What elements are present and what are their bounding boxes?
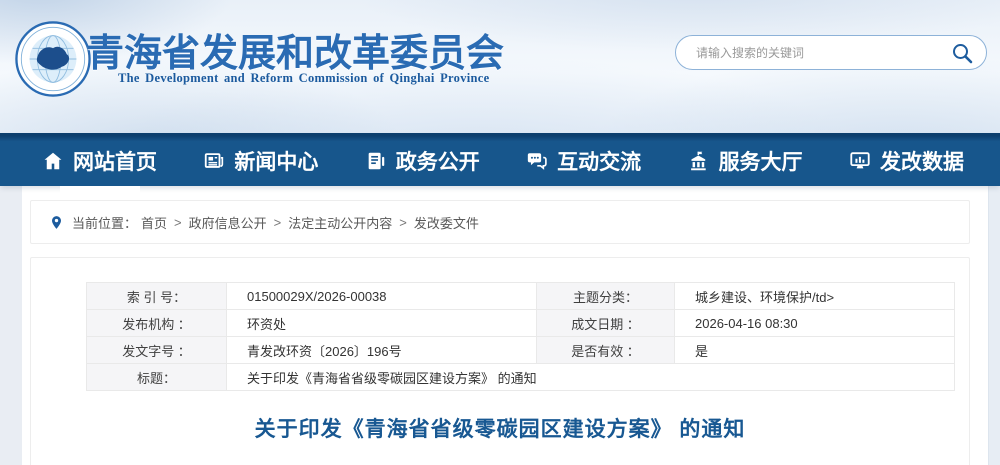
validity-value: 是 xyxy=(675,337,955,364)
service-hall-icon xyxy=(688,150,710,172)
table-row: 索 引 号： 01500029X/2026-00038 主题分类： 城乡建设、环… xyxy=(87,283,955,310)
nav-item-label: 互动交流 xyxy=(557,146,641,176)
nav-item-label: 发改数据 xyxy=(880,146,964,176)
site-title: 青海省发展和改革委员会 xyxy=(86,22,504,77)
nav-item-gov-affairs[interactable]: 政务公开 xyxy=(359,136,486,186)
nav-item-drc-data[interactable]: 发改数据 xyxy=(843,136,970,186)
main-nav: 网站首页 新闻中心 政务公开 xyxy=(0,133,1000,186)
breadcrumb-separator: > xyxy=(399,215,407,230)
breadcrumb-link-gov-info[interactable]: 政府信息公开 xyxy=(189,213,267,232)
location-pin-icon xyxy=(49,215,64,230)
document-number-value: 青发改环资〔2026〕196号 xyxy=(227,337,537,364)
document-icon xyxy=(365,150,387,172)
site-subtitle: The Development and Reform Commission of… xyxy=(118,71,489,86)
breadcrumb-link-drc-documents[interactable]: 发改委文件 xyxy=(414,213,479,232)
nav-item-label: 政务公开 xyxy=(396,146,480,176)
nav-item-home[interactable]: 网站首页 xyxy=(36,136,163,186)
breadcrumb-separator: > xyxy=(174,215,182,230)
nav-item-label: 新闻中心 xyxy=(234,146,318,176)
table-row: 发布机构 ： 环资处 成文日期 ： 2026-04-16 08:30 xyxy=(87,310,955,337)
document-info-table: 索 引 号： 01500029X/2026-00038 主题分类： 城乡建设、环… xyxy=(86,282,955,391)
document-number-label: 发文字号 ： xyxy=(87,337,227,364)
search-input[interactable] xyxy=(696,46,950,60)
table-row: 标题： 关于印发《青海省省级零碳园区建设方案》 的通知 xyxy=(87,364,955,391)
search-icon xyxy=(950,41,974,65)
nav-item-news[interactable]: 新闻中心 xyxy=(197,136,324,186)
issue-date-value: 2026-04-16 08:30 xyxy=(675,310,955,337)
scrollbar-track[interactable] xyxy=(988,186,1000,465)
qinghai-drc-emblem-icon xyxy=(14,20,92,98)
issue-date-label: 成文日期 ： xyxy=(537,310,675,337)
table-row: 发文字号 ： 青发改环资〔2026〕196号 是否有效 ： 是 xyxy=(87,337,955,364)
page-body: 当前位置： 首页 > 政府信息公开 > 法定主动公开内容 > 发改委文件 索 引… xyxy=(0,186,1000,465)
chat-icon xyxy=(526,150,548,172)
topic-category-label: 主题分类： xyxy=(537,283,675,310)
breadcrumb: 当前位置： 首页 > 政府信息公开 > 法定主动公开内容 > 发改委文件 xyxy=(30,200,970,244)
index-number-label: 索 引 号： xyxy=(87,283,227,310)
home-icon xyxy=(42,150,64,172)
nav-item-label: 服务大厅 xyxy=(719,146,803,176)
nav-item-label: 网站首页 xyxy=(73,146,157,176)
left-margin-strip xyxy=(0,186,22,465)
breadcrumb-link-home[interactable]: 首页 xyxy=(141,213,167,232)
data-monitor-icon xyxy=(849,150,871,172)
site-header: 青海省发展和改革委员会 The Development and Reform C… xyxy=(0,0,1000,133)
breadcrumb-link-statutory-disclosure[interactable]: 法定主动公开内容 xyxy=(288,213,392,232)
index-number-value: 01500029X/2026-00038 xyxy=(227,283,537,310)
site-logo[interactable] xyxy=(14,20,92,98)
nav-item-service-hall[interactable]: 服务大厅 xyxy=(682,136,809,186)
issuing-agency-label: 发布机构 ： xyxy=(87,310,227,337)
doc-title-value: 关于印发《青海省省级零碳园区建设方案》 的通知 xyxy=(227,364,955,391)
topic-category-value: 城乡建设、环境保护/td> xyxy=(675,283,955,310)
search-button[interactable] xyxy=(950,41,974,65)
breadcrumb-prefix: 当前位置： xyxy=(72,213,137,232)
doc-title-label: 标题： xyxy=(87,364,227,391)
search-box xyxy=(675,35,987,70)
document-card: 索 引 号： 01500029X/2026-00038 主题分类： 城乡建设、环… xyxy=(30,257,970,465)
article-title: 关于印发《青海省省级零碳园区建设方案》 的通知 xyxy=(31,413,969,443)
breadcrumb-separator: > xyxy=(274,215,282,230)
issuing-agency-value: 环资处 xyxy=(227,310,537,337)
nav-item-interaction[interactable]: 互动交流 xyxy=(520,136,647,186)
news-icon xyxy=(203,150,225,172)
validity-label: 是否有效 ： xyxy=(537,337,675,364)
